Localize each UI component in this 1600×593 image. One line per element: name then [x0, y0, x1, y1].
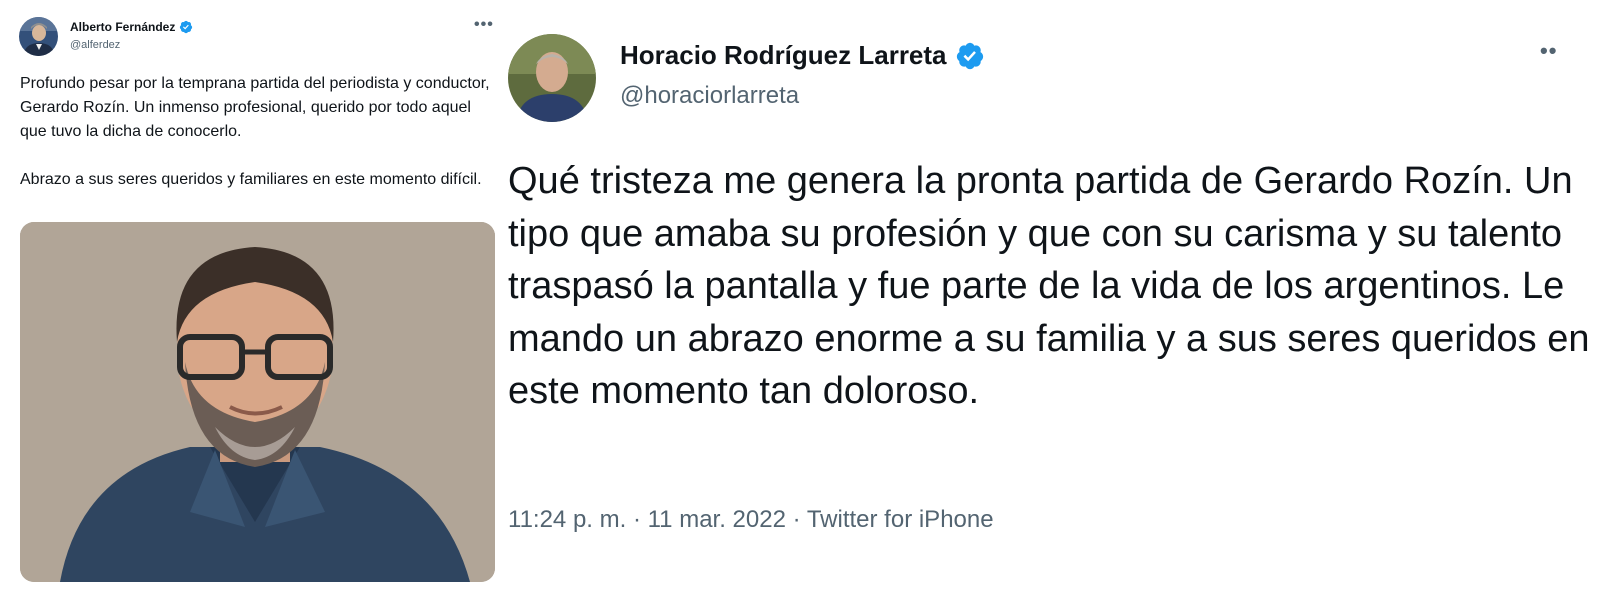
tweet-text: Profundo pesar por la temprana partida d…: [20, 72, 494, 192]
author-handle[interactable]: @horaciorlarreta: [620, 82, 799, 110]
verified-badge-icon: [179, 20, 193, 34]
tweet-paragraph: Profundo pesar por la temprana partida d…: [20, 75, 490, 140]
tweet-photo[interactable]: [20, 222, 495, 582]
tweet-horacio-rodriguez-larreta[interactable]: Horacio Rodríguez Larreta @horaciorlarre…: [500, 0, 1600, 593]
author-name[interactable]: Horacio Rodríguez Larreta: [620, 40, 947, 71]
author-avatar[interactable]: [508, 34, 596, 122]
more-options-icon[interactable]: •••: [474, 16, 494, 34]
tweet-paragraph: Abrazo a sus seres queridos y familiares…: [20, 171, 482, 188]
author-name[interactable]: Alberto Fernández: [70, 20, 175, 34]
avatar-photo-icon: [508, 34, 596, 122]
author-avatar[interactable]: [19, 17, 58, 56]
verified-badge-icon: [955, 41, 985, 71]
portrait-photo-icon: [20, 222, 495, 582]
tweet-text: Qué tristeza me genera la pronta partida…: [508, 160, 1590, 412]
avatar-photo-icon: [19, 17, 58, 56]
more-options-icon[interactable]: ••: [1540, 38, 1557, 64]
tweet-alberto-fernandez[interactable]: Alberto Fernández @alferdez ••• Profundo…: [0, 0, 500, 593]
tweet-timestamp-source[interactable]: 11:24 p. m. · 11 mar. 2022 · Twitter for…: [508, 506, 994, 534]
author-handle[interactable]: @alferdez: [70, 39, 120, 51]
